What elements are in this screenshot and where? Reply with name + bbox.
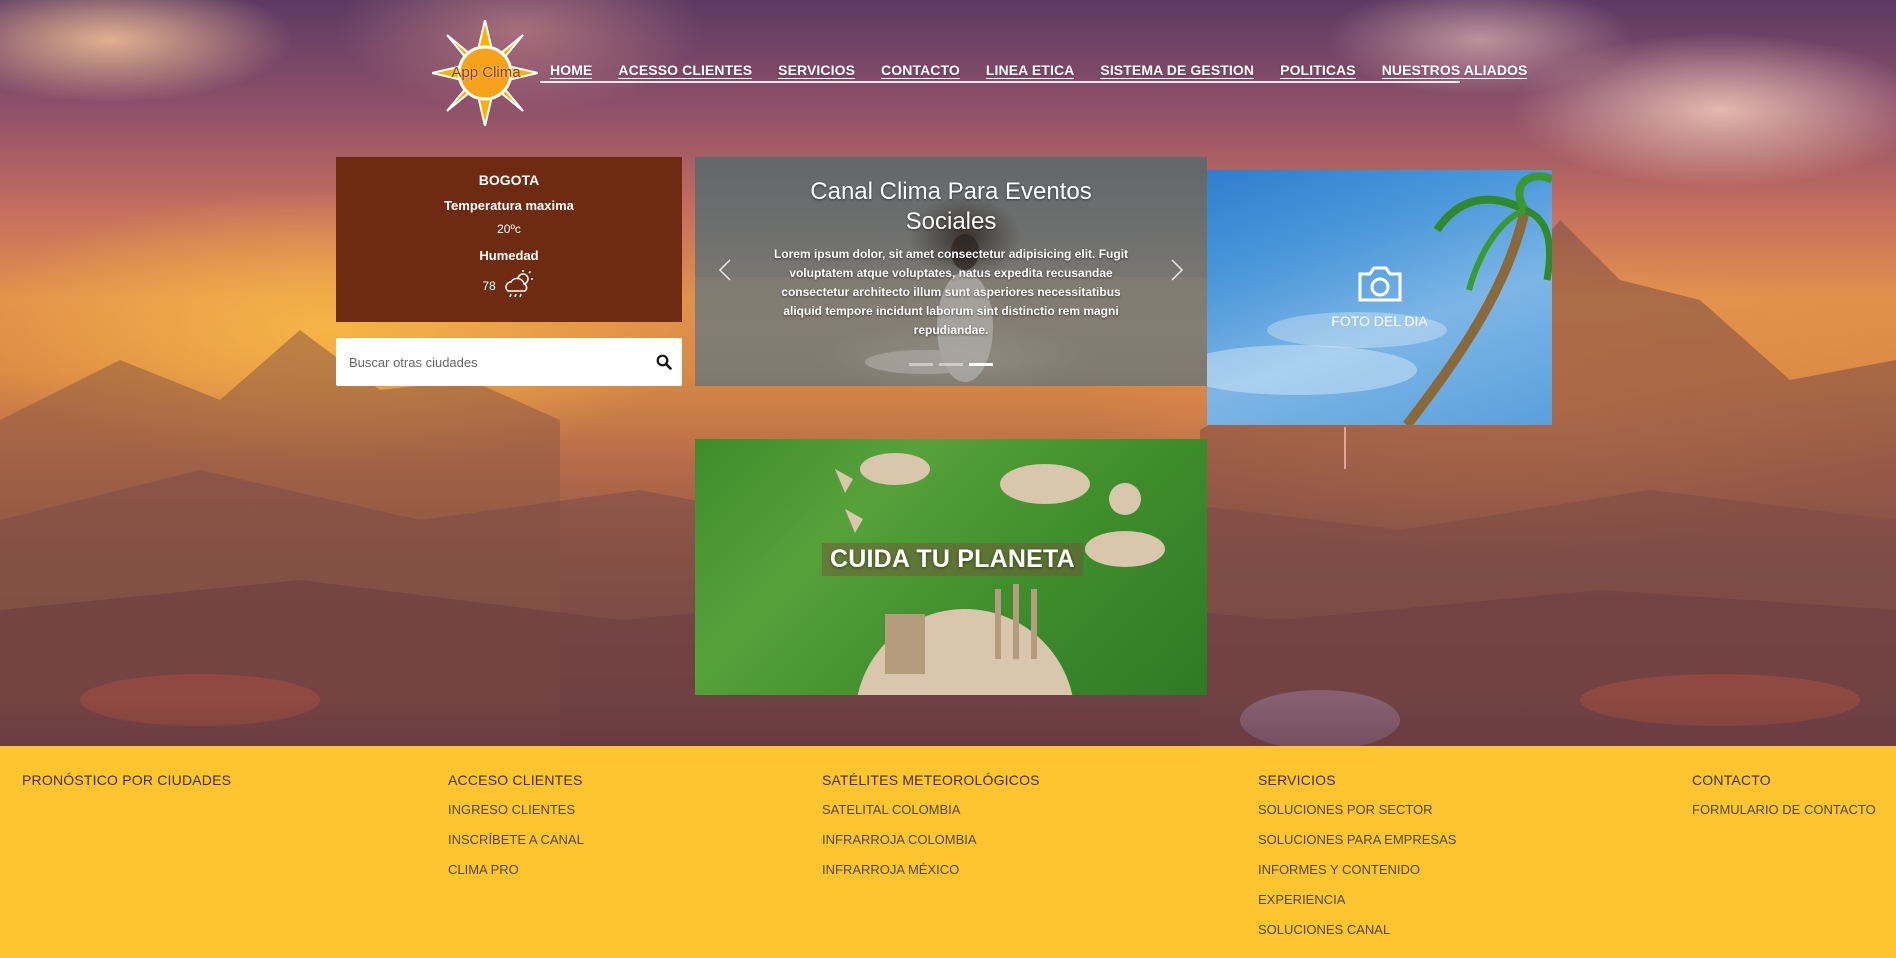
logo-text: App Clima [451,64,521,81]
footer-col-servicios: SERVICIOS SOLUCIONES POR SECTOR SOLUCION… [1258,772,1456,952]
events-carousel: Canal Clima Para Eventos Sociales Lorem … [695,157,1207,386]
nav-politicas[interactable]: POLITICAS [1267,62,1369,79]
weather-card: BOGOTA Temperatura maxima 20ºc Humedad 7… [336,157,682,322]
footer-link-formulario-contacto[interactable]: FORMULARIO DE CONTACTO [1692,802,1876,817]
footer-heading-contacto[interactable]: CONTACTO [1692,772,1876,788]
footer-link-soluciones-canal[interactable]: SOLUCIONES CANAL [1258,922,1456,937]
nav-linea-etica[interactable]: LINEA ETICA [973,62,1087,79]
search-icon[interactable] [650,348,678,376]
nav-sistema-de-gestion[interactable]: SISTEMA DE GESTION [1087,62,1267,79]
decorative-line [1344,427,1346,469]
nav-servicios[interactable]: SERVICIOS [765,62,868,79]
photo-of-day-label: FOTO DEL DIA [1331,313,1428,329]
nav-acceso-clientes[interactable]: ACESSO CLIENTES [605,62,765,79]
carousel-prev-button[interactable] [713,255,737,285]
search-input[interactable] [336,338,650,386]
footer-link-clima-pro[interactable]: CLIMA PRO [448,862,584,877]
footer-heading-servicios[interactable]: SERVICIOS [1258,772,1456,788]
cloud-sun-rain-icon [502,269,536,302]
max-temp-value: 20ºc [497,222,521,236]
footer-link-experiencia[interactable]: EXPERIENCIA [1258,892,1456,907]
footer-link-ingreso-clientes[interactable]: INGRESO CLIENTES [448,802,584,817]
footer-link-infrarroja-mexico[interactable]: INFRARROJA MÉXICO [822,862,1040,877]
carousel-indicator-3[interactable] [969,363,993,366]
max-temp-label: Temperatura maxima [444,198,574,213]
footer-heading-pronostico[interactable]: PRONÓSTICO POR CIUDADES [22,772,231,788]
footer-link-satelital-colombia[interactable]: SATELITAL COLOMBIA [822,802,1040,817]
carousel-text: Lorem ipsum dolor, sit amet consectetur … [773,247,1129,337]
planet-banner-title: CUIDA TU PLANETA [822,543,1083,576]
nav-home[interactable]: HOME [540,62,605,79]
footer-link-informes[interactable]: INFORMES Y CONTENIDO [1258,862,1456,877]
camera-icon [1356,264,1404,309]
footer-col-satelites: SATÉLITES METEOROLÓGICOS SATELITAL COLOM… [822,772,1040,892]
nav-contacto[interactable]: CONTACTO [868,62,973,79]
humidity-value: 78 [482,278,496,293]
footer-link-infrarroja-colombia[interactable]: INFRARROJA COLOMBIA [822,832,1040,847]
photo-of-day-card[interactable]: FOTO DEL DIA [1207,170,1552,425]
footer-heading-acceso-clientes[interactable]: ACCESO CLIENTES [448,772,584,788]
footer-col-pronostico: PRONÓSTICO POR CIUDADES [22,772,231,802]
weather-city: BOGOTA [478,172,540,188]
carousel-next-button[interactable] [1165,255,1189,285]
nav-nuestros-aliados[interactable]: NUESTROS ALIADOS [1369,62,1541,79]
chevron-right-icon [1171,259,1184,281]
main-nav: HOME ACESSO CLIENTES SERVICIOS CONTACTO … [540,62,1528,83]
carousel-title: Canal Clima Para Eventos Sociales [810,178,1092,235]
humidity-label: Humedad [479,248,539,263]
footer-heading-satelites[interactable]: SATÉLITES METEOROLÓGICOS [822,772,1040,788]
footer-col-acceso-clientes: ACCESO CLIENTES INGRESO CLIENTES INSCRÍB… [448,772,584,892]
city-search [336,338,682,386]
cuida-tu-planeta-banner[interactable]: CUIDA TU PLANETA [695,439,1207,695]
carousel-indicator-1[interactable] [909,363,933,366]
chevron-left-icon [718,259,731,281]
footer-link-soluciones-empresas[interactable]: SOLUCIONES PARA EMPRESAS [1258,832,1456,847]
site-footer: PRONÓSTICO POR CIUDADES ACCESO CLIENTES … [0,746,1896,958]
carousel-indicators [909,363,993,366]
footer-link-inscribete[interactable]: INSCRÍBETE A CANAL [448,832,584,847]
footer-col-contacto: CONTACTO FORMULARIO DE CONTACTO [1692,772,1876,832]
footer-link-soluciones-sector[interactable]: SOLUCIONES POR SECTOR [1258,802,1456,817]
carousel-indicator-2[interactable] [939,363,963,366]
